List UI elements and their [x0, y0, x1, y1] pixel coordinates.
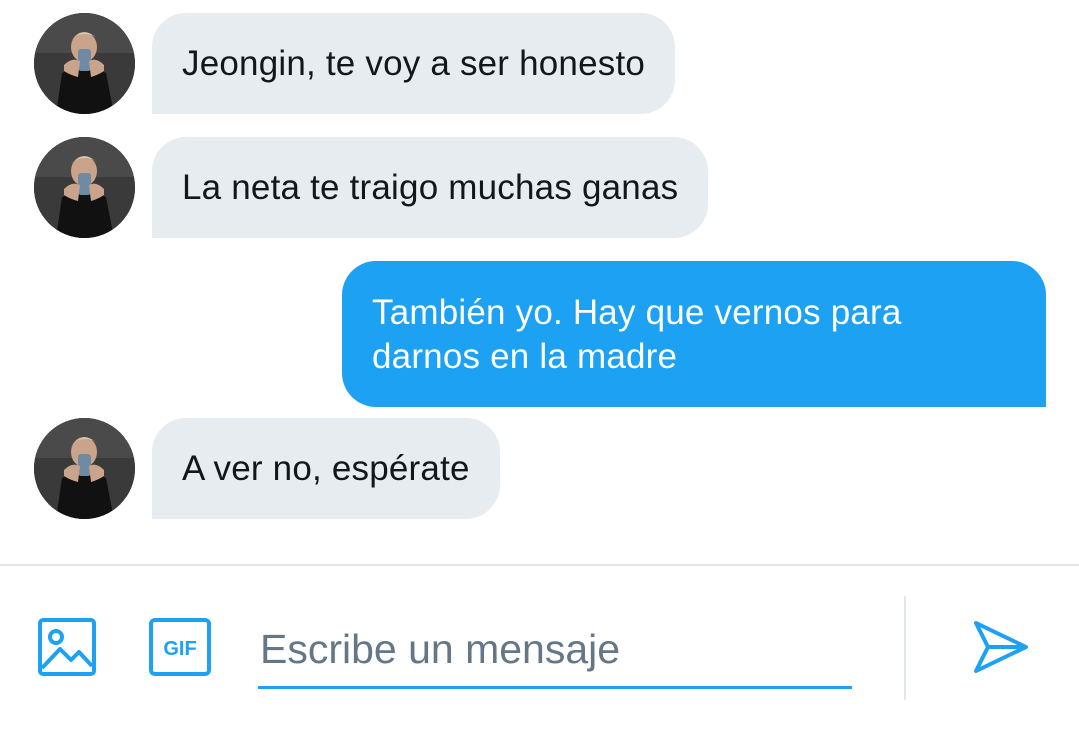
incoming-message[interactable]: A ver no, espérate: [152, 418, 500, 519]
avatar[interactable]: [34, 13, 135, 114]
send-icon[interactable]: [972, 619, 1030, 675]
outgoing-message[interactable]: También yo. Hay que vernos para darnos e…: [342, 261, 1046, 407]
message-input[interactable]: [258, 618, 852, 689]
avatar[interactable]: [34, 418, 135, 519]
avatar[interactable]: [34, 137, 135, 238]
message-text: A ver no, espérate: [182, 449, 470, 488]
incoming-message[interactable]: La neta te traigo muchas ganas: [152, 137, 709, 238]
gif-icon[interactable]: GIF: [149, 618, 211, 676]
message-text: También yo. Hay que vernos para darnos e…: [372, 293, 902, 376]
gif-label: GIF: [163, 638, 196, 660]
message-text: La neta te traigo muchas ganas: [182, 168, 679, 207]
profile-photo: [34, 137, 135, 238]
profile-photo: [34, 418, 135, 519]
divider: [904, 596, 906, 700]
message-composer: GIF: [0, 564, 1079, 731]
message-text: Jeongin, te voy a ser honesto: [182, 44, 646, 83]
message-thread: Jeongin, te voy a ser honesto La neta te…: [0, 0, 1079, 564]
image-icon[interactable]: [38, 618, 96, 676]
profile-photo: [34, 13, 135, 114]
incoming-message[interactable]: Jeongin, te voy a ser honesto: [152, 13, 676, 114]
